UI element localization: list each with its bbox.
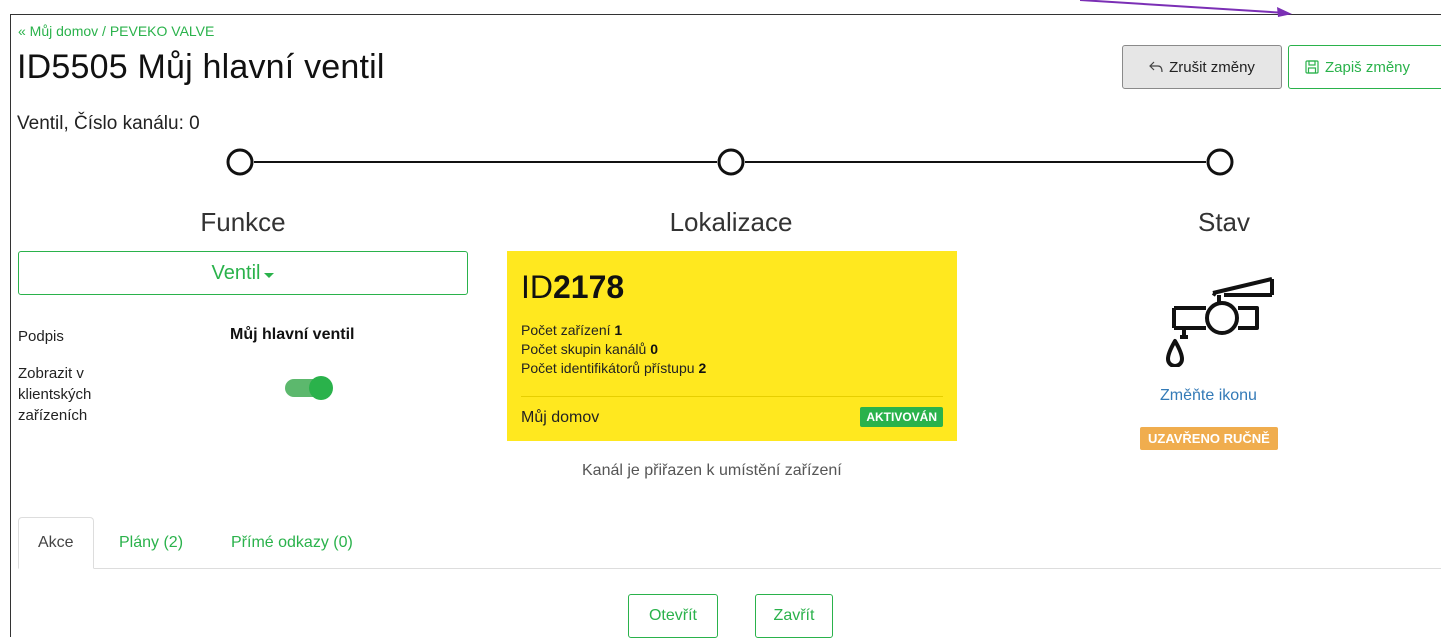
step-title-location: Lokalizace [669, 207, 793, 237]
reply-icon [1149, 61, 1163, 73]
step-title-state: Stav [1197, 207, 1251, 237]
caption-label: Podpis [18, 328, 64, 345]
tab-actions[interactable]: Akce [18, 517, 94, 569]
stat-devices: Počet zařízení 1 [521, 322, 623, 338]
function-selected-value: Ventil [211, 261, 261, 284]
annotation-arrow [1080, 0, 1292, 17]
open-valve-button[interactable]: Otevřít [628, 594, 718, 638]
breadcrumb-back-link[interactable]: « Můj domov [18, 23, 98, 39]
location-card[interactable]: ID2178 Počet zařízení 1 Počet skupin kan… [507, 251, 957, 441]
stat-access-ids: Počet identifikátorů přístupu 2 [521, 360, 707, 376]
caret-down-icon [264, 272, 275, 278]
stat-channel-groups: Počet skupin kanálů 0 [521, 341, 658, 357]
breadcrumb: « Můj domov / PEVEKO VALVE [18, 23, 214, 39]
cancel-changes-label: Zrušit změny [1169, 58, 1255, 76]
breadcrumb-current[interactable]: PEVEKO VALVE [110, 23, 215, 39]
location-name: Můj domov [521, 409, 600, 426]
save-changes-label: Zapiš změny [1325, 58, 1411, 76]
floppy-disk-icon [1305, 60, 1319, 74]
valve-faucet-icon [1166, 277, 1274, 367]
valve-status-badge: UZAVŘENO RUČNĚ [1140, 427, 1278, 450]
step-marker-state [1206, 148, 1234, 176]
tab-bar: Akce Plány (2) Přímé odkazy (0) [18, 517, 1441, 569]
step-timeline [226, 148, 1234, 176]
show-in-clients-label: Zobrazit v klientských zařízeních [18, 365, 92, 424]
location-id-number: 2178 [553, 269, 625, 305]
location-stats: Počet zařízení 1 Počet skupin kanálů 0 P… [521, 321, 943, 378]
location-caption: Kanál je přiřazen k umístění zařízení [582, 462, 842, 479]
cancel-changes-button[interactable]: Zrušit změny [1122, 45, 1282, 89]
step-marker-function [226, 148, 254, 176]
location-status-badge: AKTIVOVÁN [860, 407, 943, 427]
breadcrumb-separator: / [98, 23, 110, 39]
card-divider [521, 396, 943, 397]
toggle-knob [309, 376, 333, 400]
change-icon-link[interactable]: Změňte ikonu [1160, 387, 1257, 405]
step-title-function: Funkce [200, 207, 286, 237]
save-changes-button[interactable]: Zapiš změny [1288, 45, 1441, 89]
function-dropdown[interactable]: Ventil [18, 251, 468, 295]
show-in-clients-toggle[interactable] [285, 376, 333, 400]
caption-value[interactable]: Můj hlavní ventil [230, 326, 354, 344]
tab-direct-links[interactable]: Přímé odkazy (0) [231, 517, 353, 569]
location-id-prefix: ID [521, 269, 553, 305]
location-id: ID2178 [521, 267, 943, 307]
step-marker-location [717, 148, 745, 176]
page-title: ID5505 Můj hlavní ventil [17, 48, 385, 86]
close-valve-button[interactable]: Zavřít [755, 594, 833, 638]
tab-schedules[interactable]: Plány (2) [119, 517, 183, 569]
channel-subtitle: Ventil, Číslo kanálu: 0 [17, 113, 200, 134]
